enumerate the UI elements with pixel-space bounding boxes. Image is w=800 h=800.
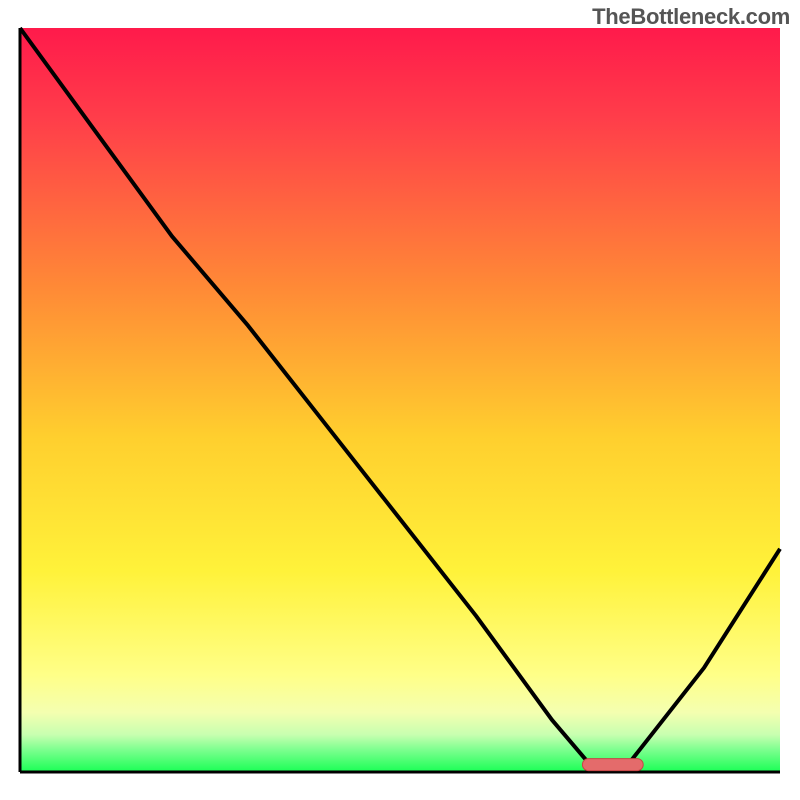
bottleneck-chart xyxy=(0,0,800,800)
attribution-text: TheBottleneck.com xyxy=(592,4,790,30)
optimal-marker xyxy=(582,759,643,771)
gradient-background xyxy=(20,28,780,772)
plot-area xyxy=(20,28,780,772)
chart-container: TheBottleneck.com xyxy=(0,0,800,800)
